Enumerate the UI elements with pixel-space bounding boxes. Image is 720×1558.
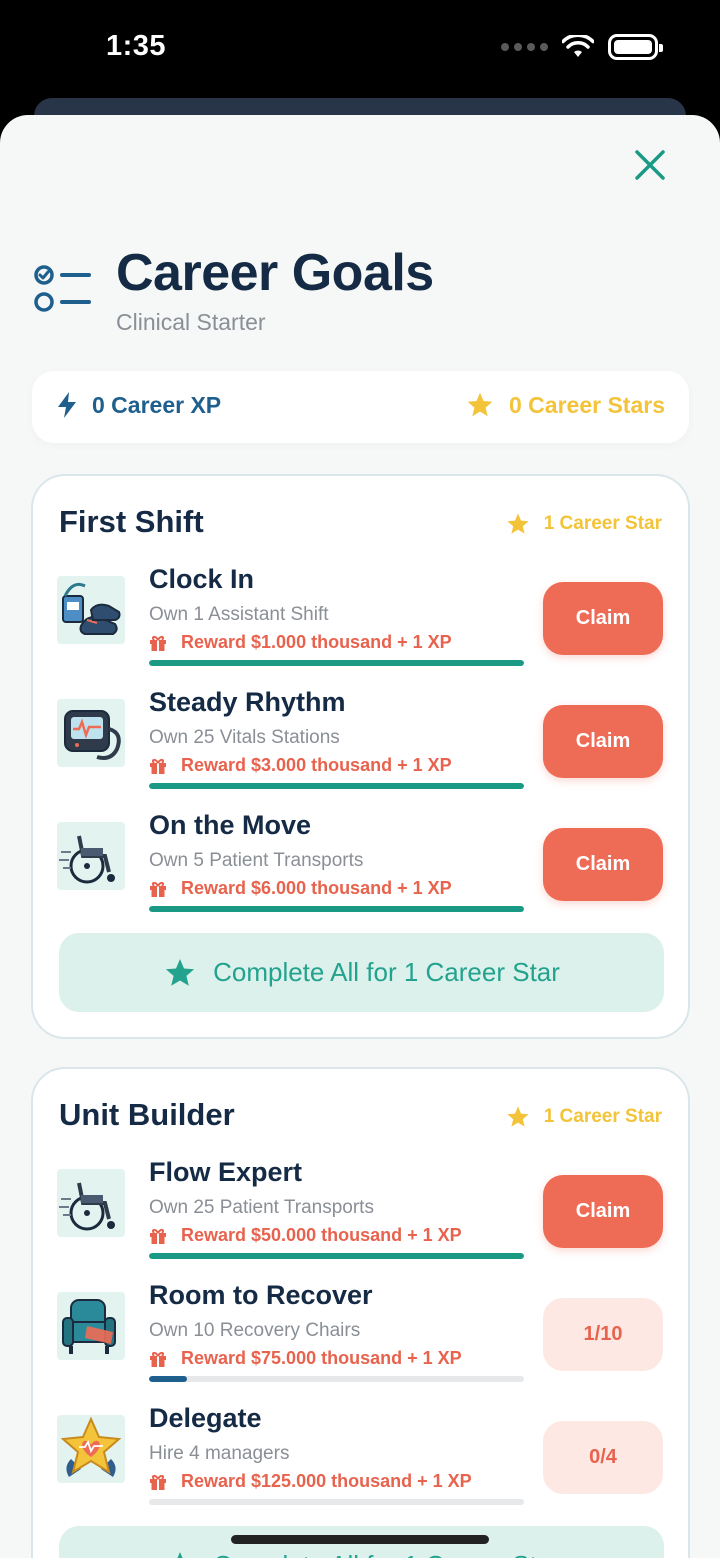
group-reward-label: 1 Career Star [543, 513, 662, 534]
gift-icon [150, 758, 166, 774]
gift-icon [150, 881, 166, 897]
goal-item-steady-rhythm: Steady Rhythm Own 25 Vitals Stations Rew… [57, 687, 667, 789]
goal-reward: Reward $50.000 thousand + 1 XP [149, 1225, 462, 1246]
goal-reward-label: Reward $75.000 thousand + 1 XP [181, 1348, 462, 1368]
wheelchair-icon [57, 1169, 125, 1237]
claim-button[interactable]: Claim [543, 582, 663, 655]
goal-item-room-to-recover: Room to Recover Own 10 Recovery Chairs R… [57, 1280, 667, 1382]
status-bar: 1:35 [0, 0, 720, 100]
career-goals-sheet: Career Goals Clinical Starter 0 Career X… [0, 115, 720, 1558]
goal-name: Steady Rhythm [149, 687, 346, 717]
star-icon [507, 513, 529, 534]
goal-item-flow-expert: Flow Expert Own 25 Patient Transports Re… [57, 1157, 667, 1259]
star-icon [165, 958, 195, 986]
goal-progress-bar [149, 1253, 524, 1259]
goal-name: Flow Expert [149, 1157, 303, 1187]
goal-name: Room to Recover [149, 1280, 373, 1310]
status-time: 1:35 [106, 30, 167, 62]
vitals-monitor-icon [57, 699, 125, 767]
goal-progress-fill [149, 1376, 187, 1382]
badge-sneakers-icon [57, 576, 125, 644]
claim-button[interactable]: Claim [543, 828, 663, 901]
goal-item-delegate: Delegate Hire 4 managers Reward $125.000… [57, 1403, 667, 1505]
goal-progress-fill [149, 660, 524, 666]
goal-description: Hire 4 managers [149, 1443, 290, 1464]
page-header: Career Goals Clinical Starter [34, 243, 434, 336]
goal-reward: Reward $6.000 thousand + 1 XP [149, 878, 452, 899]
goal-reward: Reward $75.000 thousand + 1 XP [149, 1348, 462, 1369]
star-icon [467, 392, 493, 417]
goal-progress-bar [149, 1499, 524, 1505]
group-reward: 1 Career Star [506, 512, 662, 536]
lightning-icon [58, 392, 76, 418]
goal-item-on-the-move: On the Move Own 5 Patient Transports Rew… [57, 810, 667, 912]
group-reward: 1 Career Star [506, 1105, 662, 1129]
cellular-signal-icon [501, 43, 548, 51]
goal-progress-bar [149, 906, 524, 912]
goal-reward-label: Reward $3.000 thousand + 1 XP [181, 755, 452, 775]
goal-reward-label: Reward $1.000 thousand + 1 XP [181, 632, 452, 652]
battery-icon [608, 34, 663, 60]
goal-progress-bar [149, 783, 524, 789]
goal-reward-label: Reward $125.000 thousand + 1 XP [181, 1471, 472, 1491]
page-title: Career Goals [116, 244, 434, 302]
goal-name: Clock In [149, 564, 255, 594]
career-stats-bar: 0 Career XP 0 Career Stars [32, 371, 689, 443]
wifi-icon [562, 35, 594, 57]
gift-icon [150, 1228, 166, 1244]
gift-icon [150, 1474, 166, 1490]
gift-icon [150, 1351, 166, 1367]
page-subtitle: Clinical Starter [116, 309, 266, 335]
complete-all-label: Complete All for 1 Career Star [213, 957, 560, 987]
wheelchair-icon [57, 822, 125, 890]
goal-description: Own 25 Patient Transports [149, 1197, 374, 1218]
claim-button[interactable]: Claim [543, 705, 663, 778]
star-badge-icon [57, 1415, 125, 1483]
status-icons [501, 34, 663, 60]
goal-progress-bar [149, 1376, 524, 1382]
home-indicator[interactable] [231, 1535, 489, 1544]
goal-reward: Reward $1.000 thousand + 1 XP [149, 632, 452, 653]
goal-reward-label: Reward $50.000 thousand + 1 XP [181, 1225, 462, 1245]
goal-group-first-shift: First Shift 1 Career Star Clock In Own 1… [31, 474, 690, 1039]
close-icon[interactable] [630, 145, 670, 185]
progress-button[interactable]: 0/4 [543, 1421, 663, 1494]
star-icon [507, 1106, 529, 1127]
goal-reward: Reward $3.000 thousand + 1 XP [149, 755, 452, 776]
career-xp-label: 0 Career XP [92, 391, 222, 418]
star-icon [177, 1551, 183, 1558]
goal-progress-fill [149, 906, 524, 912]
goal-description: Own 10 Recovery Chairs [149, 1320, 361, 1341]
goal-name: Delegate [149, 1403, 262, 1433]
goal-group-unit-builder: Unit Builder 1 Career Star Flow Expert O… [31, 1067, 690, 1558]
goal-progress-fill [149, 783, 524, 789]
career-stars-label: 0 Career Stars [509, 391, 665, 418]
recovery-chair-icon [57, 1292, 125, 1360]
group-reward-label: 1 Career Star [543, 1106, 662, 1127]
complete-all-button[interactable]: Complete All for 1 Career Star [59, 933, 664, 1012]
gift-icon [150, 635, 166, 651]
goal-name: On the Move [149, 810, 312, 840]
goal-description: Own 25 Vitals Stations [149, 727, 340, 748]
goal-description: Own 1 Assistant Shift [149, 604, 329, 625]
goal-description: Own 5 Patient Transports [149, 850, 364, 871]
goal-progress-fill [149, 1253, 524, 1259]
goal-reward: Reward $125.000 thousand + 1 XP [149, 1471, 472, 1492]
checklist-icon [34, 265, 91, 312]
claim-button[interactable]: Claim [543, 1175, 663, 1248]
goal-reward-label: Reward $6.000 thousand + 1 XP [181, 878, 452, 898]
progress-button[interactable]: 1/10 [543, 1298, 663, 1371]
career-xp-stat: 0 Career XP [56, 391, 221, 419]
career-stars-stat: 0 Career Stars [465, 391, 665, 419]
goal-item-clock-in: Clock In Own 1 Assistant Shift Reward $1… [57, 564, 667, 666]
goal-progress-bar [149, 660, 524, 666]
complete-all-label: Complete All for 1 Career Star [213, 1550, 560, 1558]
